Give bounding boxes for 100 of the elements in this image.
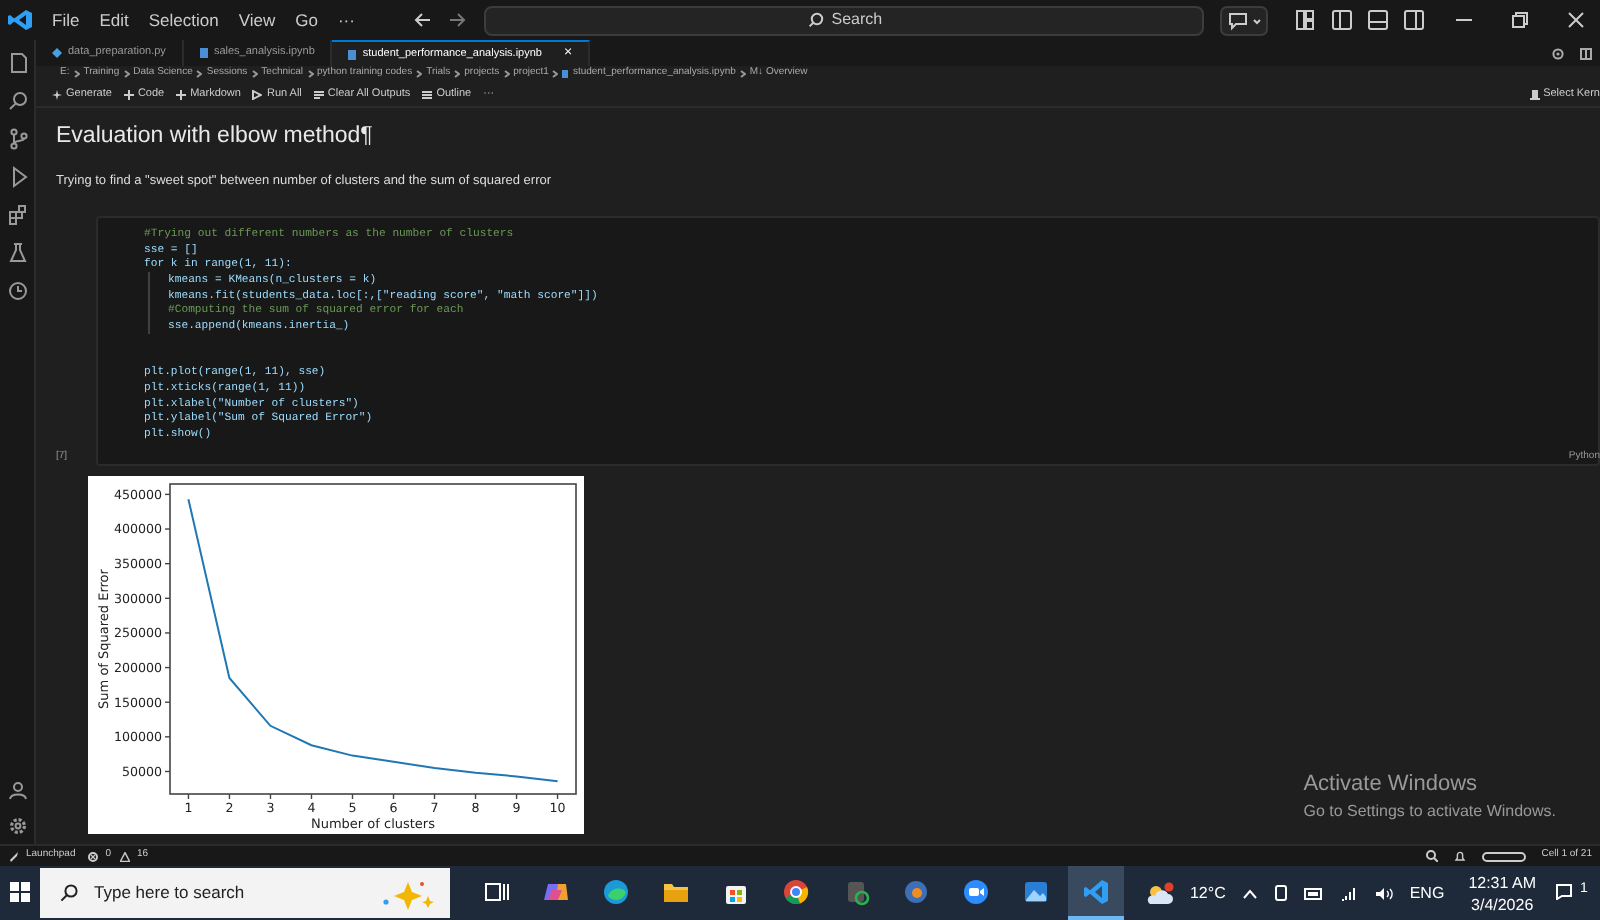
app-logo-icon bbox=[6, 8, 34, 32]
search-icon bbox=[60, 884, 78, 902]
menu-item[interactable]: ··· bbox=[327, 7, 365, 33]
list-icon bbox=[422, 89, 433, 99]
python-file-icon bbox=[52, 48, 62, 58]
browser-icon bbox=[602, 877, 630, 905]
video-call-icon bbox=[962, 877, 990, 905]
split-editor-icon[interactable] bbox=[1580, 47, 1592, 59]
x-tick bbox=[351, 793, 354, 800]
battery-icon[interactable] bbox=[1303, 887, 1324, 899]
notebook-icon bbox=[562, 70, 569, 78]
y-tick bbox=[164, 493, 171, 496]
close-icon[interactable] bbox=[1568, 12, 1584, 28]
network-icon[interactable] bbox=[1339, 885, 1358, 901]
search-icon[interactable] bbox=[7, 90, 27, 112]
y-tick bbox=[164, 770, 171, 773]
app-icon bbox=[902, 877, 930, 905]
weather-widget[interactable]: 12°C bbox=[1145, 881, 1226, 905]
y-tick bbox=[164, 736, 171, 738]
menu-item[interactable]: Go bbox=[285, 7, 328, 33]
activation-title: Activate Windows bbox=[1303, 769, 1480, 799]
run-icon bbox=[252, 89, 263, 99]
chevron-icon bbox=[123, 70, 130, 78]
toggle-icon[interactable] bbox=[1481, 851, 1526, 861]
menu-item[interactable]: Selection bbox=[138, 7, 229, 33]
clock-icon[interactable] bbox=[7, 280, 27, 302]
sidebar-icon[interactable] bbox=[1332, 10, 1352, 30]
x-tick bbox=[515, 793, 518, 800]
run-icon[interactable] bbox=[7, 166, 27, 188]
task-view-icon bbox=[482, 877, 510, 905]
x-tick bbox=[474, 793, 477, 800]
device-icon[interactable] bbox=[1273, 884, 1288, 902]
account-icon[interactable] bbox=[7, 780, 27, 800]
layout-icon[interactable] bbox=[1296, 10, 1316, 30]
plus-icon bbox=[176, 89, 187, 99]
x-tick bbox=[310, 793, 313, 800]
y-tick bbox=[164, 597, 171, 599]
chevron-icon bbox=[196, 70, 203, 78]
weather-icon bbox=[1145, 881, 1174, 905]
x-tick bbox=[269, 793, 272, 800]
windows-logo-icon bbox=[10, 881, 30, 901]
chevron-icon bbox=[73, 70, 80, 78]
flask-icon[interactable] bbox=[7, 242, 27, 264]
chevron-icon bbox=[454, 70, 461, 78]
y-tick bbox=[164, 666, 171, 669]
y-tick bbox=[164, 562, 171, 565]
chevron-icon bbox=[416, 70, 423, 78]
browser-icon bbox=[782, 877, 810, 905]
speaker-icon[interactable] bbox=[1373, 885, 1394, 901]
x-tick bbox=[556, 793, 559, 800]
chevron-icon bbox=[739, 70, 746, 78]
zoom-icon[interactable] bbox=[1425, 850, 1438, 862]
clear-icon bbox=[313, 89, 324, 99]
y-tick bbox=[164, 701, 171, 703]
chevron-icon bbox=[503, 70, 510, 78]
notebook-icon bbox=[348, 49, 357, 59]
back-arrow-icon[interactable] bbox=[412, 12, 433, 28]
forward-arrow-icon[interactable] bbox=[448, 12, 469, 28]
y-tick bbox=[164, 528, 171, 530]
files-icon[interactable] bbox=[7, 52, 27, 74]
sparkle-icon bbox=[52, 89, 62, 99]
x-tick bbox=[392, 793, 395, 800]
restore-icon[interactable] bbox=[1512, 12, 1528, 28]
language-indicator[interactable]: ENG bbox=[1409, 881, 1445, 905]
x-tick bbox=[187, 793, 190, 800]
chat-icon[interactable] bbox=[1220, 5, 1269, 35]
search-field[interactable]: Search bbox=[484, 5, 1205, 35]
plus-icon bbox=[123, 89, 134, 99]
kernel-icon bbox=[1529, 89, 1540, 99]
photos-icon bbox=[1022, 877, 1050, 905]
bell-icon[interactable] bbox=[1453, 850, 1466, 862]
chevron-icon bbox=[251, 70, 258, 78]
settings-icon[interactable] bbox=[7, 816, 27, 836]
notification-icon bbox=[1556, 883, 1573, 899]
warning-icon bbox=[119, 851, 130, 861]
settings-icon[interactable] bbox=[1552, 47, 1564, 59]
code-cell[interactable] bbox=[96, 216, 1600, 466]
taskbar-search-field[interactable]: Type here to search bbox=[40, 868, 450, 918]
x-tick bbox=[228, 793, 231, 800]
extensions-icon[interactable] bbox=[7, 204, 27, 226]
panel-icon[interactable] bbox=[1368, 10, 1388, 30]
sidebar-icon[interactable] bbox=[1404, 10, 1424, 30]
chevron-icon bbox=[307, 70, 314, 78]
clock[interactable]: 12:31 AM 3/4/2026 bbox=[1468, 871, 1536, 915]
search-icon bbox=[807, 12, 824, 28]
activation-text: Go to Settings to activate Windows. bbox=[1303, 800, 1556, 824]
chevron-icon bbox=[552, 70, 559, 78]
notebook-icon bbox=[199, 48, 208, 58]
x-tick bbox=[433, 793, 436, 800]
menu-item[interactable]: Edit bbox=[89, 7, 139, 33]
chevron-up-icon[interactable] bbox=[1241, 887, 1258, 899]
sparkle-icon bbox=[378, 877, 438, 909]
notebook-heading: Evaluation with elbow method¶ bbox=[56, 122, 375, 152]
menu-item[interactable]: View bbox=[228, 7, 286, 33]
app-icon bbox=[842, 877, 870, 905]
menu-item[interactable]: File bbox=[42, 7, 90, 33]
error-icon bbox=[87, 851, 98, 861]
code-editor-icon bbox=[1082, 877, 1110, 905]
y-tick bbox=[164, 632, 171, 634]
source-control-icon[interactable] bbox=[7, 128, 27, 150]
